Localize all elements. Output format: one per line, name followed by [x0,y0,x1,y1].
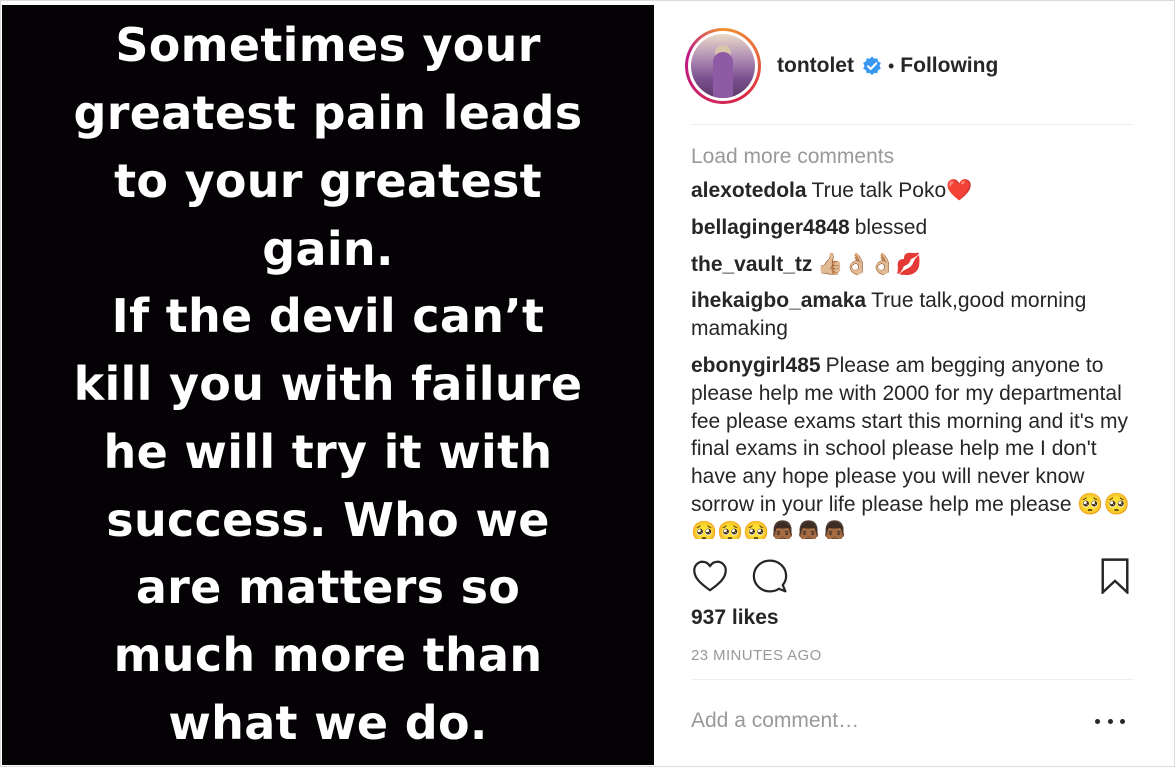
post-quote: Sometimes your greatest pain leads to yo… [28,12,628,758]
post-image[interactable]: Sometimes your greatest pain leads to yo… [2,5,654,765]
quote-line: what we do. [168,696,488,751]
bookmark-icon [1101,558,1129,594]
divider [691,679,1134,680]
load-more-comments-button[interactable]: Load more comments [691,141,1134,173]
following-button[interactable]: Following [900,54,998,78]
save-button[interactable] [1096,557,1134,595]
quote-line: greatest pain leads [73,85,583,140]
comment-text: blessed [854,215,928,239]
quote-line: gain. [262,221,394,276]
quote-line: kill you with failure [73,357,583,412]
comment-item: bellaginger4848 blessed [691,214,1134,242]
comment-item: alexotedola True talk Poko❤️ [691,177,1134,205]
avatar[interactable] [691,34,755,98]
comment-username[interactable]: bellaginger4848 [691,216,850,239]
comment-text: Please am begging anyone to please help … [691,353,1129,516]
comment-emoji: 👍🏼👌🏼👌🏼💋 [817,251,922,276]
divider [691,124,1134,125]
verified-badge-icon [863,56,881,76]
comment-username[interactable]: ebonygirl485 [691,354,821,377]
username-link[interactable]: tontolet [777,54,854,78]
comments-list[interactable]: Load more comments alexotedola True talk … [691,141,1134,539]
quote-line: he will try it with [103,424,553,479]
post-header: tontolet • Following [685,27,1135,105]
quote-line: much more than [113,628,543,683]
speech-bubble-icon [752,559,788,593]
comment-item: the_vault_tz 👍🏼👌🏼👌🏼💋 [691,251,1134,279]
story-ring[interactable] [685,28,761,104]
more-options-icon[interactable] [1095,709,1125,733]
post-timestamp[interactable]: 23 MINUTES AGO [691,647,822,664]
like-button[interactable] [691,557,729,595]
comment-text: True talk Poko [811,179,947,202]
quote-line: are matters so [135,560,521,615]
comment-item: ihekaigbo_amaka True talk,good morning ma… [691,287,1134,343]
likes-count[interactable]: 937 likes [691,606,779,630]
quote-line: Sometimes your [115,18,541,73]
quote-line: success. Who we [106,492,550,547]
post-side-panel: tontolet • Following Load more comments … [655,1,1175,767]
instagram-post-frame: Sometimes your greatest pain leads to yo… [0,0,1175,767]
heart-emoji: ❤️ [946,178,973,202]
heart-outline-icon [693,560,727,592]
comment-username[interactable]: ihekaigbo_amaka [691,289,866,312]
comment-username[interactable]: the_vault_tz [691,253,812,276]
post-actions [691,557,1134,597]
header-separator: • [887,55,895,76]
comment-item: ebonygirl485 Please am begging anyone to … [691,352,1134,539]
add-comment-input[interactable] [691,701,1081,741]
quote-line: If the devil can’t [111,289,545,344]
quote-line: to your greatest [114,153,542,208]
comment-button[interactable] [751,557,789,595]
comment-username[interactable]: alexotedola [691,179,807,202]
